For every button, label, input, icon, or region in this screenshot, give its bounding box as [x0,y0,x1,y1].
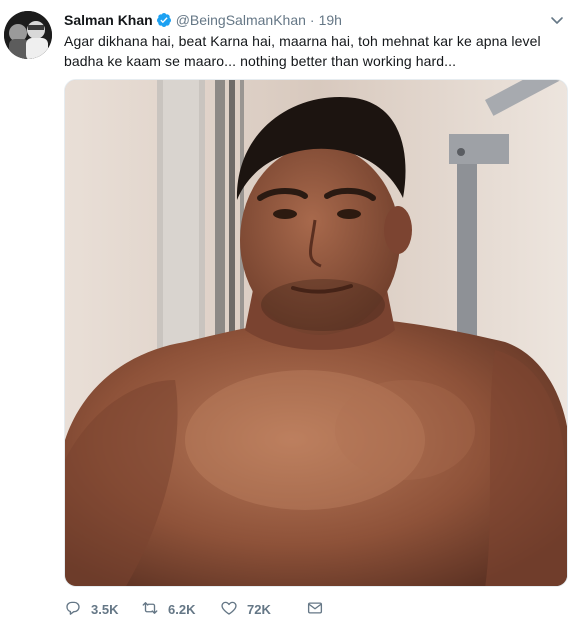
heart-icon [220,599,238,620]
retweet-count: 6.2K [168,601,196,617]
display-name[interactable]: Salman Khan [64,10,153,30]
avatar[interactable] [4,11,52,59]
tweet-photo[interactable] [64,79,568,587]
retweet-icon [141,599,159,620]
tweet-actions: 3.5K 6.2K 72K [64,598,336,620]
retweet-button[interactable]: 6.2K [141,599,220,620]
like-button[interactable]: 72K [220,599,306,620]
reply-button[interactable]: 3.5K [64,599,141,620]
chevron-down-icon[interactable] [549,12,565,28]
like-count: 72K [247,601,271,617]
avatar-image [4,11,52,59]
separator-dot: · [309,12,315,28]
photo-image [65,80,567,586]
direct-message-button[interactable] [306,599,336,620]
user-handle[interactable]: @BeingSalmanKhan [176,10,306,30]
envelope-icon [306,599,324,620]
tweet-header: Salman Khan @BeingSalmanKhan · 19h [64,10,565,30]
tweet: Salman Khan @BeingSalmanKhan · 19h Agar … [0,0,579,626]
reply-count: 3.5K [91,601,119,617]
timestamp[interactable]: 19h [319,10,342,30]
tweet-text: Agar dikhana hai, beat Karna hai, maarna… [64,33,541,69]
reply-icon [64,599,82,620]
verified-badge-icon [156,12,172,28]
